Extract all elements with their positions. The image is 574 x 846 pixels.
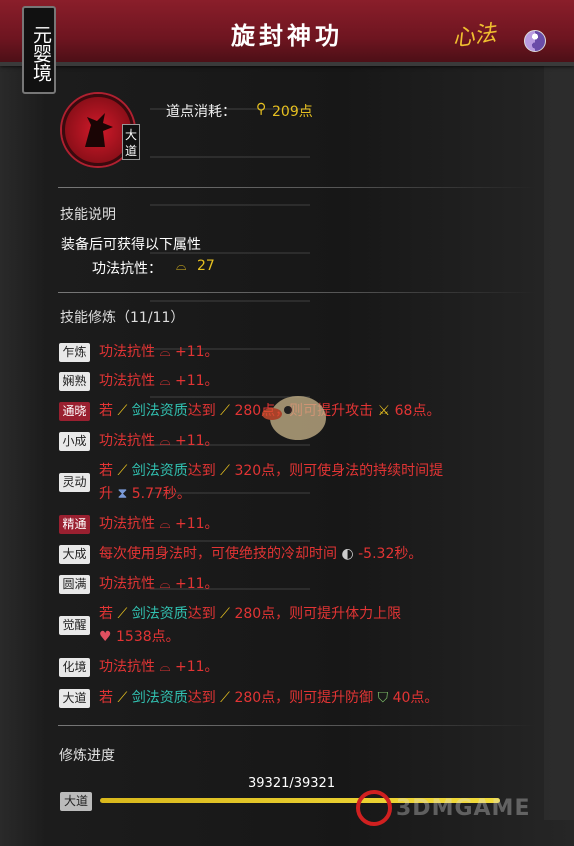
sword-icon: ⟋ <box>117 606 132 622</box>
yin-yang-icon[interactable] <box>524 30 546 52</box>
location-pin-icon: ⚲ <box>256 101 267 117</box>
stage-tag: 通晓 <box>59 402 90 421</box>
stage-tag: 大道 <box>59 689 90 708</box>
stage-effect: 功法抗性 ⌓ +11。 <box>99 659 219 675</box>
progress-stage-tag: 大道 <box>60 792 92 811</box>
effect-text: 每次使用身法时，可使绝技的冷却时间 <box>99 546 342 562</box>
stage-tag: 化境 <box>59 658 90 677</box>
stage-effect-continued: 升 ⧗ 5.77秒。 <box>99 483 191 505</box>
background-ghost-list <box>150 60 310 620</box>
effect-highlight: 剑法资质 <box>131 690 188 706</box>
sword-icon: ⟋ <box>220 463 235 479</box>
cost-label: 道点消耗： <box>166 104 236 120</box>
category-label: 心法 <box>450 21 498 52</box>
cost-value: 209点 <box>272 104 313 120</box>
watermark-text: 3DMGAME <box>396 796 531 821</box>
stage-effect: 功法抗性 ⌓ +11。 <box>99 373 219 389</box>
effect-highlight: 剑法资质 <box>131 606 188 622</box>
stage-tag: 觉醒 <box>59 616 90 635</box>
stage-effect-continued: ♥ 1538点。 <box>99 626 180 648</box>
figure-silhouette-icon <box>85 113 113 147</box>
attribute-name: 功法抗性： <box>92 261 162 277</box>
realm-badge: 元婴境 <box>22 6 56 94</box>
stage-effect: 若 ⟋ 剑法资质达到 ⟋ 280点，则可提升体力上限 <box>99 603 401 625</box>
effect-value: 40点。 <box>392 690 439 706</box>
sword-icon: ⟋ <box>117 403 132 419</box>
stage-tag: 小成 <box>59 432 90 451</box>
effect-post: 达到 <box>187 463 221 479</box>
background-panel-edge <box>544 60 574 820</box>
title-banner-edge <box>0 62 574 66</box>
stage-tag: 乍炼 <box>59 343 90 362</box>
stage-effect: 功法抗性 ⌓ +11。 <box>99 433 219 449</box>
effect-rest: 280点，则可提升体力上限 <box>234 606 402 622</box>
stage-tag: 圆满 <box>59 575 90 594</box>
effect-highlight: 剑法资质 <box>131 463 188 479</box>
effect-post: 达到 <box>187 403 221 419</box>
cooldown-icon: ◐ <box>341 546 359 562</box>
divider <box>58 187 536 188</box>
divider <box>58 725 536 726</box>
stage-effect: 每次使用身法时，可使绝技的冷却时间 ◐ -5.32秒。 <box>99 543 422 565</box>
tier-tag: 大道 <box>122 124 140 160</box>
progress-heading: 修炼进度 <box>59 748 115 764</box>
bird-decoration-icon <box>262 396 326 440</box>
effect-pre: 若 <box>99 403 118 419</box>
stage-tag: 精通 <box>59 515 90 534</box>
stage-effect: 功法抗性 ⌓ +11。 <box>99 576 219 592</box>
attribute-value: 27 <box>197 258 215 274</box>
sword-icon: ⟋ <box>220 690 235 706</box>
effect-pre: 若 <box>99 690 118 706</box>
effect-highlight: 剑法资质 <box>131 403 188 419</box>
effect-line2: 升 <box>99 486 118 502</box>
description-heading: 技能说明 <box>60 207 116 223</box>
watermark-logo-icon <box>356 790 392 826</box>
description-intro: 装备后可获得以下属性 <box>61 237 201 253</box>
heart-icon: ♥ <box>99 629 117 645</box>
sword-icon: ⟋ <box>117 463 132 479</box>
progress-text: 39321/39321 <box>248 776 336 791</box>
effect-value: 68点。 <box>394 403 441 419</box>
stage-effect: 功法抗性 ⌓ +11。 <box>99 516 219 532</box>
crossed-swords-icon: ⚔ <box>377 403 395 419</box>
hourglass-icon: ⧗ <box>117 486 132 502</box>
stage-effect: 若 ⟋ 剑法资质达到 ⟋ 320点，则可使身法的持续时间提 <box>99 460 443 482</box>
sword-icon: ⟋ <box>117 690 132 706</box>
effect-pre: 若 <box>99 606 118 622</box>
training-heading: 技能修炼（11/11） <box>60 310 185 326</box>
shield-icon: ⛉ <box>377 690 393 706</box>
effect-post: 达到 <box>187 606 221 622</box>
effect-pre: 若 <box>99 463 118 479</box>
effect-value: 5.77秒。 <box>131 486 191 502</box>
stage-tag: 大成 <box>59 545 90 564</box>
sword-icon: ⟋ <box>220 606 235 622</box>
effect-rest: 320点，则可使身法的持续时间提 <box>234 463 444 479</box>
effect-value: 1538点。 <box>116 629 180 645</box>
stage-effect: 功法抗性 ⌓ +11。 <box>99 344 219 360</box>
stage-tag: 灵动 <box>59 473 90 492</box>
effect-post: 达到 <box>187 690 221 706</box>
effect-value: -5.32秒。 <box>358 546 423 562</box>
sword-icon: ⟋ <box>220 403 235 419</box>
divider <box>58 292 536 293</box>
stage-effect: 若 ⟋ 剑法资质达到 ⟋ 280点，则可提升防御 ⛉ 40点。 <box>99 687 438 709</box>
effect-rest: 280点，则可提升防御 <box>234 690 378 706</box>
resistance-icon: ⌓ <box>176 259 187 274</box>
stage-tag: 娴熟 <box>59 372 90 391</box>
